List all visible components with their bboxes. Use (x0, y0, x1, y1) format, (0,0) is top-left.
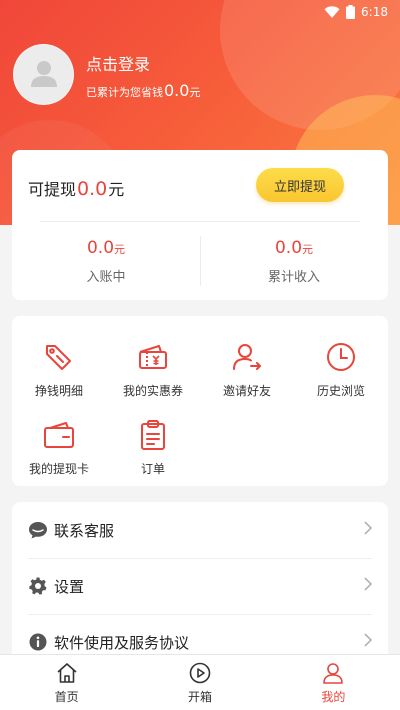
grid-item-coupons[interactable]: 我的实惠券 (106, 340, 200, 399)
coupon-icon (106, 340, 200, 374)
menu-item-label: 软件使用及服务协议 (54, 633, 190, 652)
clock-icon (294, 340, 388, 374)
withdrawable-amount: 0.0 (77, 178, 108, 200)
nav-tab-label: 首页 (54, 689, 79, 704)
user-icon (322, 661, 344, 685)
chat-bubble-icon (28, 520, 48, 540)
stat-value: 0.0 (86, 238, 115, 258)
grid-item-label: 订单 (140, 462, 165, 476)
total-income-value: 0.0元 (200, 238, 388, 258)
chevron-right-icon (364, 577, 373, 595)
status-time: 6:18 (361, 5, 388, 19)
grid-item-orders[interactable]: 订单 (106, 418, 200, 477)
pending-income-stat[interactable]: 0.0元 入账中 (12, 238, 200, 285)
stat-unit: 元 (114, 243, 126, 256)
settings-menu-card: 联系客服 设置 软件使用及服务协议 (12, 502, 388, 672)
nav-tab-home[interactable]: 首页 (0, 655, 133, 710)
wifi-icon (324, 5, 340, 19)
withdrawable-label: 可提现 (28, 180, 77, 199)
total-income-stat[interactable]: 0.0元 累计收入 (200, 238, 388, 285)
clipboard-icon (106, 418, 200, 452)
chevron-right-icon (364, 633, 373, 651)
info-icon (28, 632, 48, 652)
grid-item-earnings-detail[interactable]: 挣钱明细 (12, 340, 106, 399)
stat-unit: 元 (302, 243, 314, 256)
grid-item-label: 历史浏览 (316, 384, 365, 398)
grid-item-label: 挣钱明细 (34, 384, 83, 398)
pending-income-value: 0.0元 (12, 238, 200, 258)
nav-tab-label: 我的 (321, 689, 346, 704)
withdrawable-balance: 可提现 0.0 元 (28, 176, 124, 200)
feature-grid-card: 挣钱明细 我的实惠券 邀请好友 历史浏览 我的提现卡 订单 (12, 316, 388, 486)
default-avatar-icon (29, 58, 59, 92)
stat-label: 入账中 (86, 270, 126, 285)
savings-unit: 元 (189, 86, 201, 99)
bottom-navigation: 首页 开箱 我的 (0, 654, 400, 710)
login-link[interactable]: 点击登录 (86, 51, 150, 75)
nav-tab-unbox[interactable]: 开箱 (133, 655, 266, 710)
menu-item-label: 设置 (54, 577, 85, 596)
wallet-card-icon (12, 418, 106, 452)
withdrawable-unit: 元 (108, 180, 125, 199)
status-bar: 6:18 (0, 0, 400, 24)
nav-tab-label: 开箱 (187, 689, 212, 704)
chevron-right-icon (364, 521, 373, 539)
divider (40, 221, 360, 222)
play-circle-icon (189, 661, 211, 685)
grid-item-withdraw-card[interactable]: 我的提现卡 (12, 418, 106, 477)
gear-icon (28, 576, 48, 596)
grid-item-label: 我的提现卡 (28, 462, 89, 476)
nav-tab-mine[interactable]: 我的 (267, 655, 400, 710)
invite-user-icon (200, 340, 294, 374)
stat-label: 累计收入 (267, 270, 320, 285)
menu-item-label: 联系客服 (54, 521, 115, 540)
avatar[interactable] (13, 44, 74, 105)
battery-icon (346, 5, 356, 19)
menu-item-settings[interactable]: 设置 (28, 558, 373, 614)
grid-item-label: 邀请好友 (222, 384, 271, 398)
savings-amount: 0.0 (164, 81, 190, 100)
grid-item-history[interactable]: 历史浏览 (294, 340, 388, 399)
tag-icon (12, 340, 106, 374)
menu-item-customer-service[interactable]: 联系客服 (28, 502, 373, 558)
withdraw-card: 可提现 0.0 元 立即提现 0.0元 入账中 0.0元 累计收入 (12, 150, 388, 300)
withdraw-now-button[interactable]: 立即提现 (256, 168, 344, 202)
home-icon (56, 661, 78, 685)
stat-value: 0.0 (274, 238, 303, 258)
grid-item-invite-friends[interactable]: 邀请好友 (200, 340, 294, 399)
savings-label: 已累计为您省钱 (86, 86, 163, 99)
savings-summary: 已累计为您省钱 0.0 元 (86, 81, 200, 100)
grid-item-label: 我的实惠券 (122, 384, 183, 398)
